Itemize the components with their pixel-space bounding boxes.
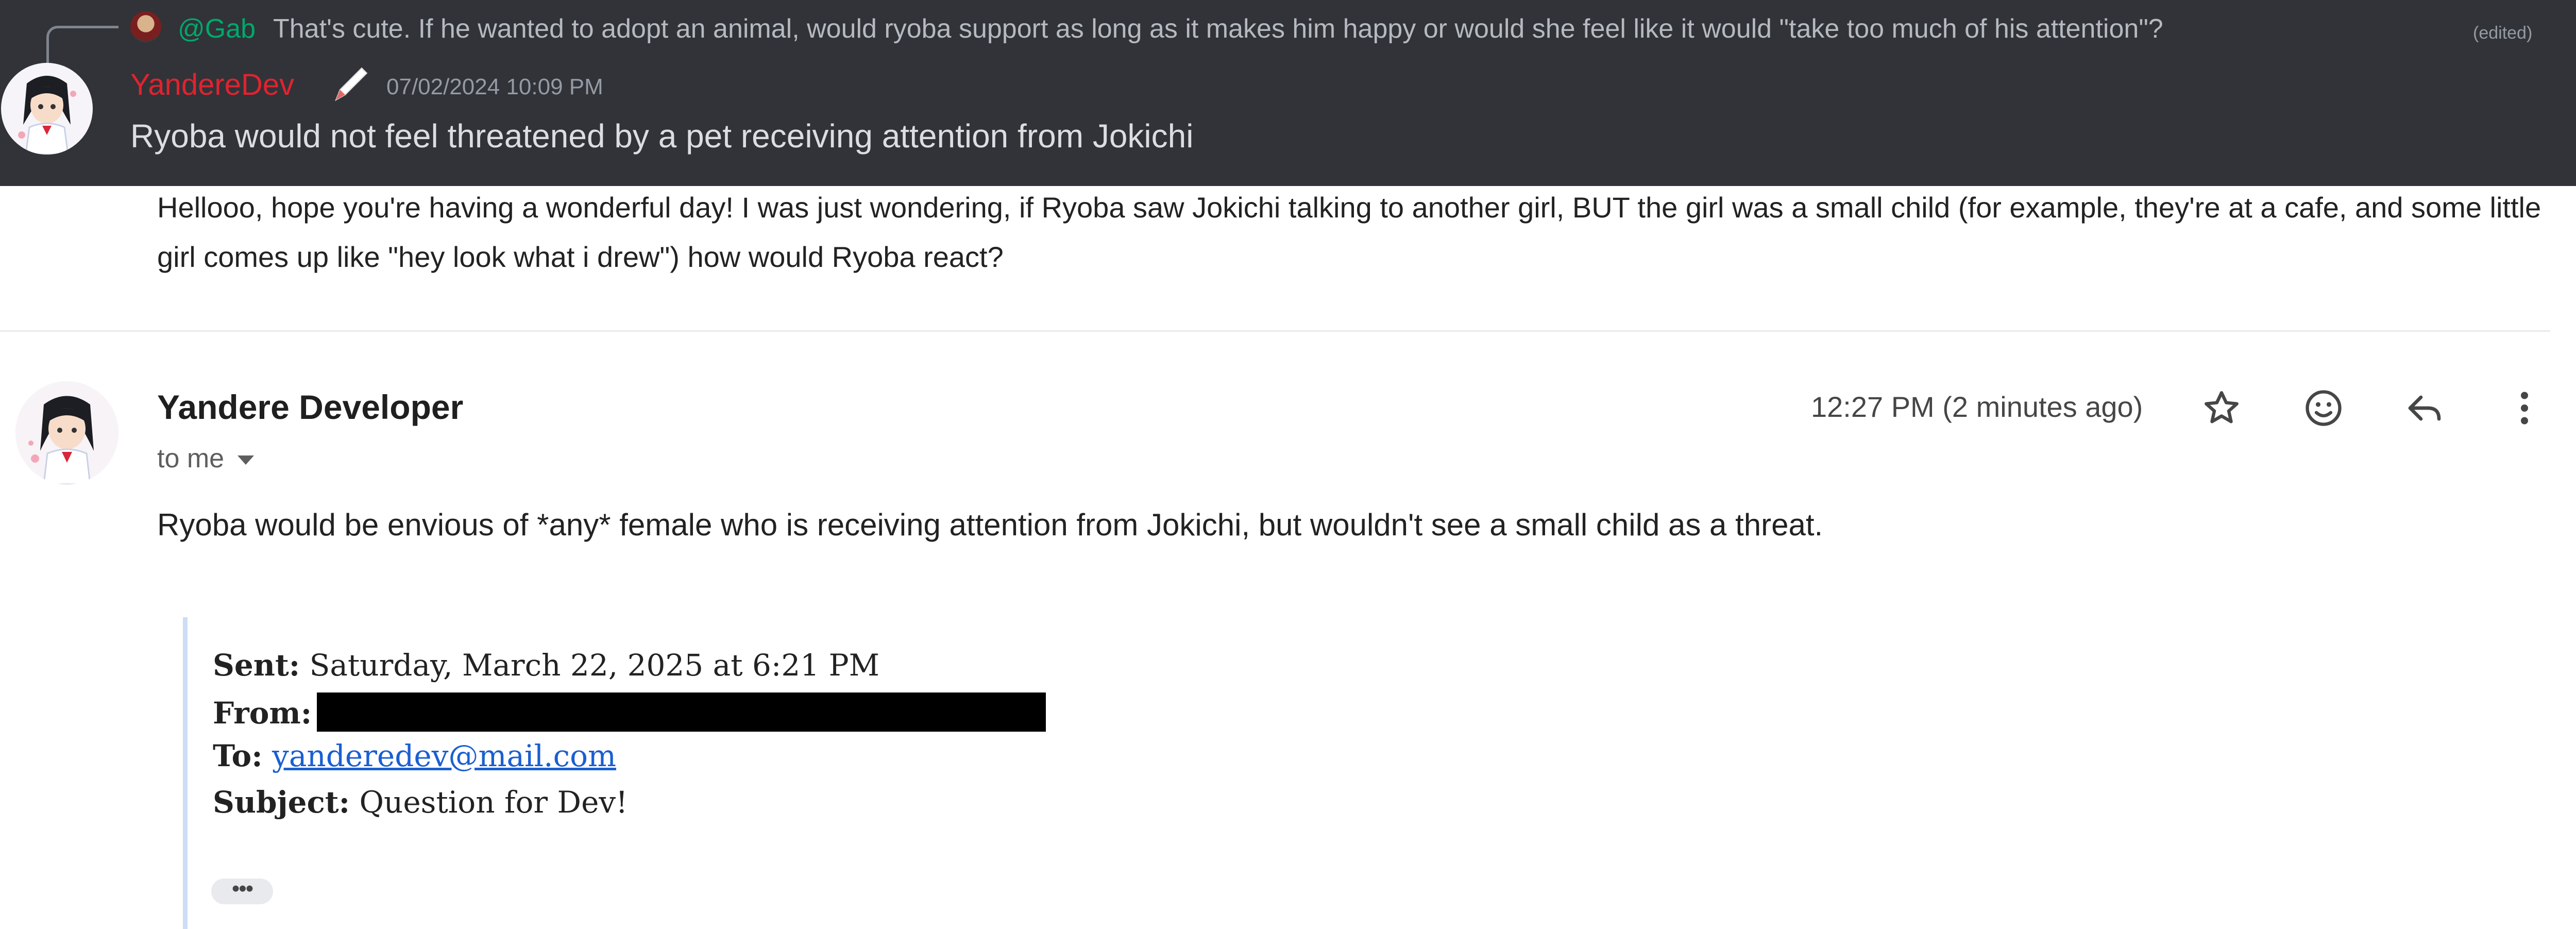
quoted-from-line: From:	[213, 692, 1046, 732]
quoted-to-line: To: yanderedev@mail.com	[213, 738, 616, 774]
reply-icon[interactable]	[2403, 386, 2446, 430]
from-label: From:	[213, 696, 312, 731]
show-trimmed-content-button[interactable]: •••	[211, 877, 273, 904]
subject-value: Question for Dev!	[359, 785, 628, 820]
recipient-email-link[interactable]: yanderedev@mail.com	[272, 738, 616, 773]
caret-down-icon	[238, 455, 255, 465]
reply-preview-text[interactable]: That's cute. If he wanted to adopt an an…	[273, 13, 2163, 44]
star-icon[interactable]	[2200, 386, 2243, 430]
sent-label: Sent:	[213, 648, 300, 683]
discord-timestamp: 07/02/2024 10:09 PM	[386, 74, 603, 99]
more-vert-icon[interactable]	[2503, 386, 2546, 430]
emoji-icon[interactable]	[2302, 386, 2345, 430]
pen-icon	[335, 67, 368, 102]
quoted-sent-line: Sent: Saturday, March 22, 2025 at 6:21 P…	[213, 647, 879, 683]
recipient-dropdown[interactable]: to me	[157, 441, 255, 477]
discord-user-avatar[interactable]	[1, 63, 93, 155]
message-divider	[0, 330, 2550, 332]
email-question-text: Hellooo, hope you're having a wonderful …	[157, 191, 2541, 273]
discord-reply-screenshot: @Gab That's cute. If he wanted to adopt …	[0, 0, 2576, 186]
discord-username[interactable]: YandereDev	[130, 67, 294, 103]
sender-name[interactable]: Yandere Developer	[157, 386, 463, 428]
reply-mention[interactable]: @Gab	[178, 13, 256, 44]
reply-author-avatar[interactable]	[130, 11, 161, 42]
sent-value: Saturday, March 22, 2025 at 6:21 PM	[309, 648, 880, 683]
quote-bar	[183, 617, 188, 929]
discord-message-text: Ryoba would not feel threatened by a pet…	[130, 117, 1194, 155]
to-label: To:	[213, 738, 263, 773]
reply-edited-tag: (edited)	[2473, 23, 2533, 43]
recipient-label: to me	[157, 444, 225, 474]
subject-label: Subject:	[213, 785, 350, 820]
quoted-subject-line: Subject: Question for Dev!	[213, 784, 628, 820]
redacted-box	[317, 692, 1046, 732]
email-body-text: Ryoba would be envious of *any* female w…	[157, 508, 1823, 542]
sender-avatar[interactable]	[15, 381, 118, 484]
email-timestamp: 12:27 PM (2 minutes ago)	[1811, 391, 2143, 423]
